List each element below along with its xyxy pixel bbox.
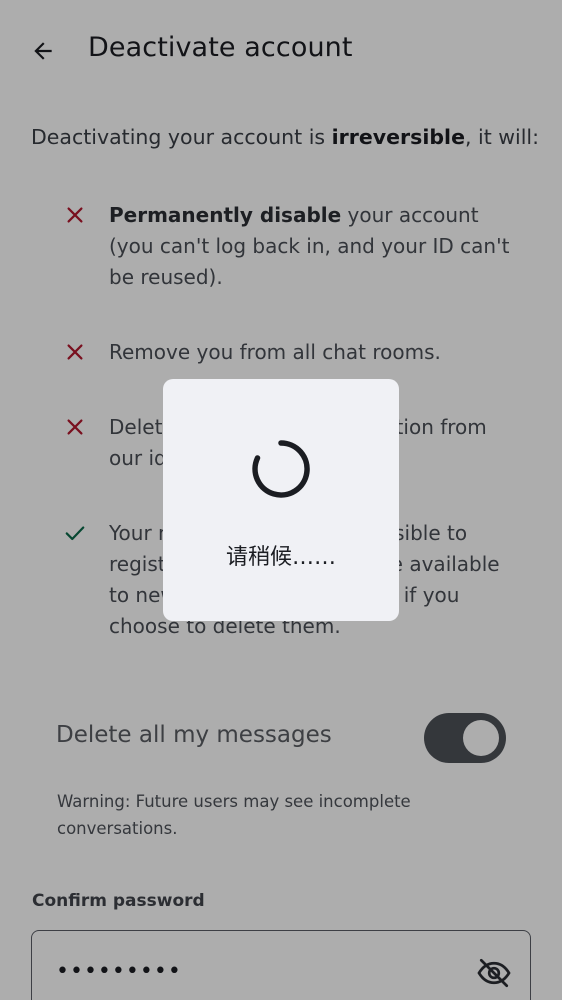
loading-spinner-icon	[252, 440, 310, 498]
loading-text: 请稍候……	[225, 545, 336, 570]
loading-dialog: 请稍候……	[163, 379, 399, 621]
